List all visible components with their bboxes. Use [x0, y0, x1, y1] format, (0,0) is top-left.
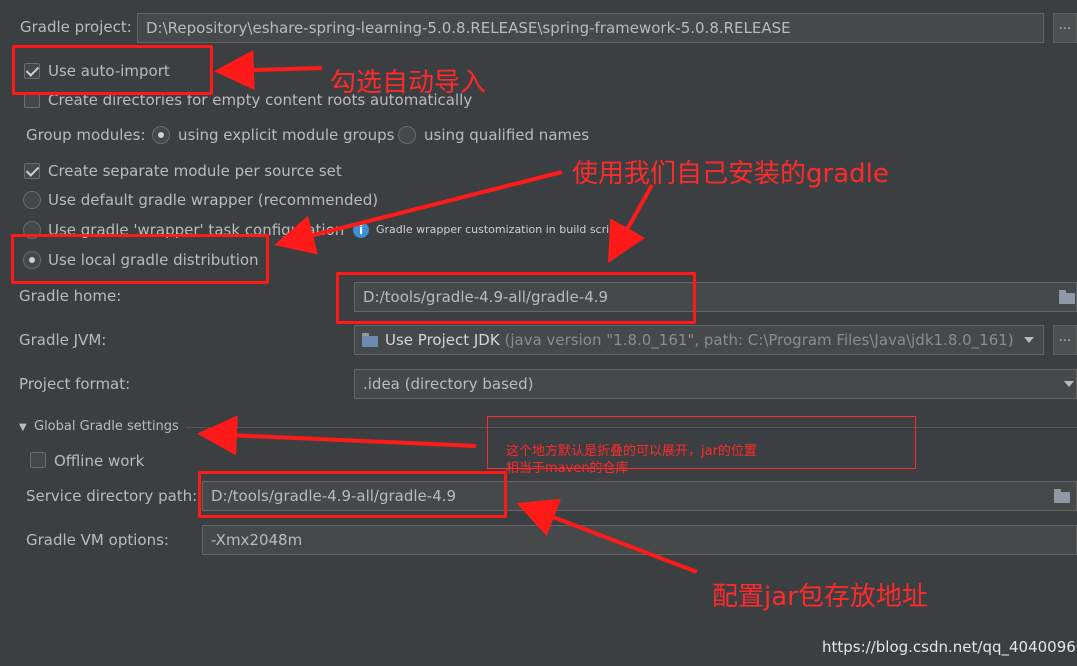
arrow-service-dir [516, 498, 698, 574]
arrow-global-settings [197, 415, 477, 456]
annotation-arrows [197, 50, 698, 574]
arrow-gradle-home [608, 184, 654, 263]
arrow-auto-import [214, 50, 323, 91]
arrow-local-gradle [274, 170, 563, 255]
watermark-text: https://blog.csdn.net/qq_40400960 [822, 638, 1077, 656]
